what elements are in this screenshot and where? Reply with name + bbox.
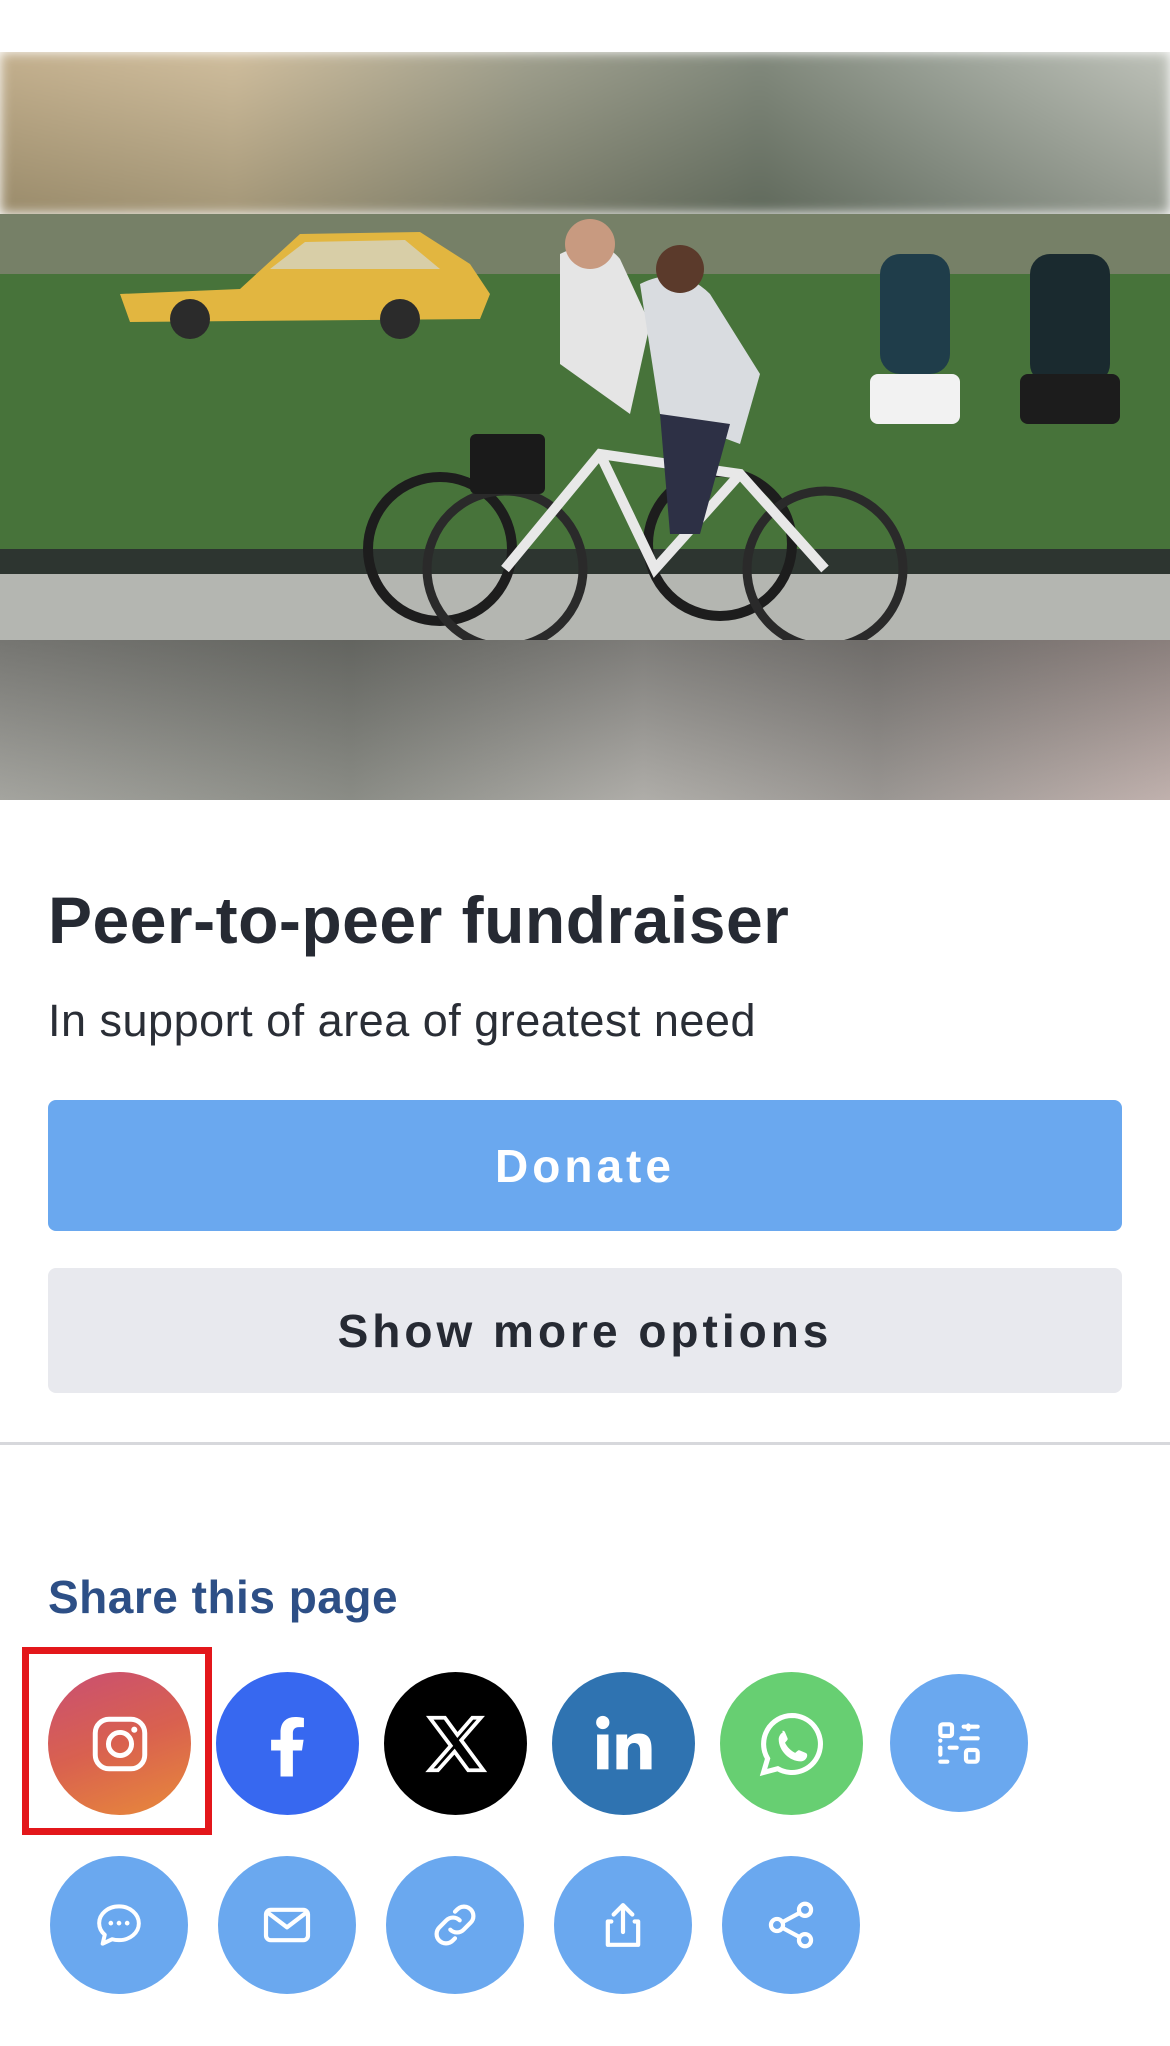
x-icon [424, 1715, 487, 1772]
share-qr-code-button[interactable] [890, 1674, 1028, 1812]
share-linkedin-button[interactable] [552, 1672, 695, 1815]
show-more-options-button[interactable]: Show more options [48, 1268, 1122, 1393]
linkedin-icon [595, 1715, 652, 1769]
hero-photo [0, 214, 1170, 640]
share-email-button[interactable] [218, 1856, 356, 1994]
page-title: Peer-to-peer fundraiser [48, 883, 790, 957]
share-heading: Share this page [48, 1571, 399, 1623]
whatsapp-icon [759, 1712, 823, 1776]
share-sms-button[interactable] [50, 1856, 188, 1994]
divider [0, 1442, 1170, 1445]
page-subtitle: In support of area of greatest need [48, 995, 756, 1046]
instagram-highlight-box [22, 1647, 212, 1835]
share-whatsapp-button[interactable] [720, 1672, 863, 1815]
share-x-button[interactable] [384, 1672, 527, 1815]
cyclists-illustration [0, 214, 1170, 640]
upload-share-icon [605, 1903, 641, 1947]
share-copy-link-button[interactable] [386, 1856, 524, 1994]
link-icon [434, 1904, 476, 1946]
share-native-share-button[interactable] [554, 1856, 692, 1994]
hero-banner [0, 52, 1170, 800]
sms-icon [97, 1904, 141, 1946]
share-more-button[interactable] [722, 1856, 860, 1994]
hero-blur-top [0, 52, 1170, 214]
email-icon [263, 1907, 311, 1943]
facebook-icon [270, 1716, 304, 1776]
donate-button[interactable]: Donate [48, 1100, 1122, 1231]
qr-code-icon [938, 1722, 980, 1764]
share-nodes-icon [768, 1901, 814, 1949]
share-facebook-button[interactable] [216, 1672, 359, 1815]
hero-blur-bottom [0, 640, 1170, 800]
